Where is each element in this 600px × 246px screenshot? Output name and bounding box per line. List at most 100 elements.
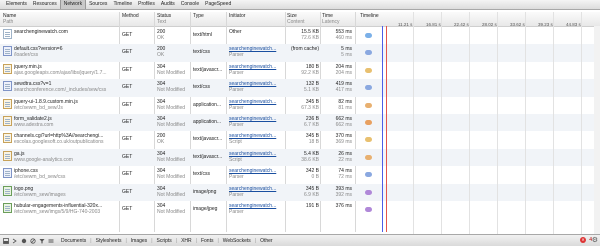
tab-resources[interactable]: Resources <box>30 0 60 9</box>
time-cell: 5 ms 5 ms <box>341 46 352 59</box>
request-name-cell[interactable]: jquery.min.js ajax.googleapis.com/ajax/l… <box>14 64 112 76</box>
vertical-scrollbar[interactable] <box>594 26 600 234</box>
time-cell: 370 ms 369 ms <box>335 133 352 146</box>
size-cell: 345 B 6.9 KB <box>303 185 319 198</box>
request-timing-bar[interactable] <box>365 85 372 91</box>
image-file-icon <box>3 185 12 196</box>
initiator-cell[interactable]: searchenginewatch... Parser <box>229 81 284 93</box>
time-cell: 393 ms 392 ms <box>335 185 352 198</box>
filter-scripts[interactable]: Scripts <box>154 238 175 244</box>
time-cell: 553 ms 460 ms <box>335 29 352 41</box>
filter-xhr[interactable]: XHR <box>178 238 195 244</box>
image-file-icon <box>3 203 12 213</box>
timeline-tick-label: 11.21 s <box>398 22 413 27</box>
filter-fonts[interactable]: Fonts <box>198 238 217 244</box>
size-cell: 132 B 5.1 KB <box>303 81 319 94</box>
type-cell: text/javascr... <box>193 66 223 73</box>
method-cell: GET <box>122 49 133 56</box>
dom-content-loaded-marker <box>382 26 383 232</box>
tab-audits[interactable]: Audits <box>158 0 178 9</box>
filter-icon[interactable] <box>39 238 45 244</box>
status-cell: 304 Not Modified <box>157 63 186 76</box>
timeline-gridline <box>441 12 442 234</box>
column-method[interactable]: Method <box>122 13 139 19</box>
status-cell: 304 Not Modified <box>157 185 186 198</box>
request-name-cell[interactable]: default.css?version=6 /loader/css <box>14 46 112 58</box>
initiator-cell[interactable]: searchenginewatch... Parser <box>229 64 284 76</box>
tab-timeline[interactable]: Timeline <box>110 0 135 9</box>
initiator-cell[interactable]: searchenginewatch... Parser <box>229 116 284 128</box>
initiator-cell[interactable]: searchenginewatch... Parser <box>229 186 284 198</box>
request-name-cell[interactable]: hubular-engagements-influential-320x... … <box>14 203 112 215</box>
initiator-cell[interactable]: searchenginewatch... Parser <box>229 99 284 111</box>
column-status[interactable]: Status Text <box>157 13 171 25</box>
script-file-icon <box>3 116 12 126</box>
request-timing-bar[interactable] <box>365 189 372 195</box>
initiator-cell[interactable]: searchenginewatch... Script <box>229 151 284 163</box>
column-size[interactable]: Size Content <box>287 13 305 25</box>
column-initiator[interactable]: Initiator <box>229 13 245 19</box>
time-cell: 204 ms 204 ms <box>335 63 352 76</box>
status-cell: 304 Not Modified <box>157 168 186 181</box>
record-icon[interactable] <box>21 238 27 244</box>
status-cell: 304 Not Modified <box>157 98 186 111</box>
column-time[interactable]: Time Latency <box>322 13 340 25</box>
size-cell: 345 B 67.3 KB <box>301 98 319 111</box>
load-event-marker <box>386 26 387 232</box>
console-icon[interactable] <box>12 238 18 244</box>
initiator-cell[interactable]: searchenginewatch... Parser <box>229 168 284 180</box>
tab-network[interactable]: Network <box>59 0 87 9</box>
request-timing-bar[interactable] <box>365 67 372 73</box>
request-name-cell[interactable]: searchenginewatch.com <box>14 29 112 35</box>
timeline-gridline <box>413 12 414 234</box>
tab-console[interactable]: Console <box>178 0 202 9</box>
column-type[interactable]: Type <box>193 13 204 19</box>
request-timing-bar[interactable] <box>365 120 372 125</box>
request-timing-bar[interactable] <box>365 207 372 212</box>
initiator-cell[interactable]: searchenginewatch... Parser <box>229 203 284 215</box>
time-cell: 376 ms <box>335 203 352 209</box>
script-file-icon <box>3 133 12 144</box>
initiator-cell[interactable]: searchenginewatch... Script <box>229 133 284 145</box>
dock-icon[interactable] <box>3 237 9 244</box>
request-name-cell[interactable]: logo.png /etc/sewm_sew/images <box>14 186 112 198</box>
filter-other[interactable]: Other <box>257 238 276 244</box>
size-toggle-icon[interactable] <box>48 238 54 244</box>
resource-type-filters: Documents | Stylesheets | Images | Scripts | XHR… <box>58 238 276 244</box>
request-timing-bar[interactable] <box>365 33 372 38</box>
stylesheet-file-icon <box>3 81 12 92</box>
status-cell: 304 Not Modified <box>157 116 186 128</box>
time-cell: 74 ms 72 ms <box>338 168 352 181</box>
method-cell: GET <box>122 66 133 73</box>
initiator-cell[interactable]: searchenginewatch... Parser <box>229 46 284 58</box>
type-cell: text/css <box>193 84 210 91</box>
tab-pagespeed[interactable]: PageSpeed <box>202 0 234 9</box>
tab-sources[interactable]: Sources <box>86 0 110 9</box>
error-icon[interactable]: ✕ <box>580 237 586 243</box>
request-timing-bar[interactable] <box>365 172 372 178</box>
filter-images[interactable]: Images <box>128 238 150 244</box>
tab-elements[interactable]: Elements <box>3 0 30 9</box>
request-timing-bar[interactable] <box>365 50 372 56</box>
method-cell: GET <box>122 32 133 38</box>
request-name-cell[interactable]: iphone.css /etc/sewm_bd_sew/css <box>14 168 112 180</box>
method-cell: GET <box>122 188 133 195</box>
request-name-cell[interactable]: jquery-ui-1.8.9.custom.min.js /etc/sewm_… <box>14 99 112 111</box>
column-name[interactable]: Name Path <box>3 13 16 25</box>
request-name-cell[interactable]: form_validate2.js www.adestra.com <box>14 116 112 128</box>
status-cell: 304 Not Modified <box>157 203 186 215</box>
gear-icon[interactable]: ⚙ <box>592 236 598 244</box>
tab-profiles[interactable]: Profiles <box>135 0 158 9</box>
request-name-cell[interactable]: channels.cgi?url=http%3A//searchengi... … <box>14 133 112 145</box>
filter-stylesheets[interactable]: Stylesheets <box>93 238 125 244</box>
status-cell: 304 Not Modified <box>157 81 186 94</box>
request-timing-bar[interactable] <box>365 154 372 160</box>
filter-websockets[interactable]: WebSockets <box>220 238 254 244</box>
request-timing-bar[interactable] <box>365 102 372 108</box>
request-name-cell[interactable]: ga.js www.google-analytics.com <box>14 151 112 163</box>
request-name-cell[interactable]: sewdtra.css?v=1 searchconference.com/_in… <box>14 81 112 93</box>
request-timing-bar[interactable] <box>365 137 372 143</box>
initiator-cell[interactable]: Other <box>229 29 284 35</box>
clear-icon[interactable] <box>30 237 36 244</box>
filter-documents[interactable]: Documents <box>58 238 89 244</box>
